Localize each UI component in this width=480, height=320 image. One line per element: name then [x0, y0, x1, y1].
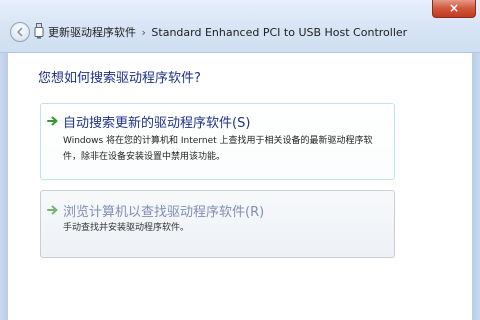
title-separator: ›: [141, 26, 146, 39]
auto-search-description: Windows 将在您的计算机和 Internet 上查找用于相关设备的最新驱动…: [63, 136, 373, 162]
browse-computer-title: 浏览计算机以查找驱动程序软件(R): [63, 205, 265, 220]
close-button[interactable]: ×: [432, 0, 476, 18]
search-question-heading: 您想如何搜索驱动程序软件?: [38, 71, 201, 86]
green-arrow-icon: [47, 205, 58, 215]
back-arrow-icon: [17, 27, 23, 37]
wizard-title: 更新驱动程序软件: [48, 26, 136, 39]
device-name: Standard Enhanced PCI to USB Host Contro…: [151, 26, 408, 39]
browse-computer-option[interactable]: 浏览计算机以查找驱动程序软件(R) 手动查找并安装驱动程序软件。: [40, 190, 395, 258]
close-icon: ×: [448, 1, 460, 15]
back-button[interactable]: [10, 22, 30, 42]
browse-computer-description: 手动查找并安装驱动程序软件。: [63, 223, 190, 233]
usb-device-icon: [34, 23, 44, 39]
auto-search-option[interactable]: 自动搜索更新的驱动程序软件(S) Windows 将在您的计算机和 Intern…: [40, 103, 395, 180]
window-title: 更新驱动程序软件 › Standard Enhanced PCI to USB …: [48, 24, 407, 40]
title-bar: × 更新驱动程序软件 › Standard Enhanced PCI to US…: [0, 0, 480, 53]
auto-search-title: 自动搜索更新的驱动程序软件(S): [63, 116, 251, 131]
green-arrow-icon: [47, 116, 58, 126]
